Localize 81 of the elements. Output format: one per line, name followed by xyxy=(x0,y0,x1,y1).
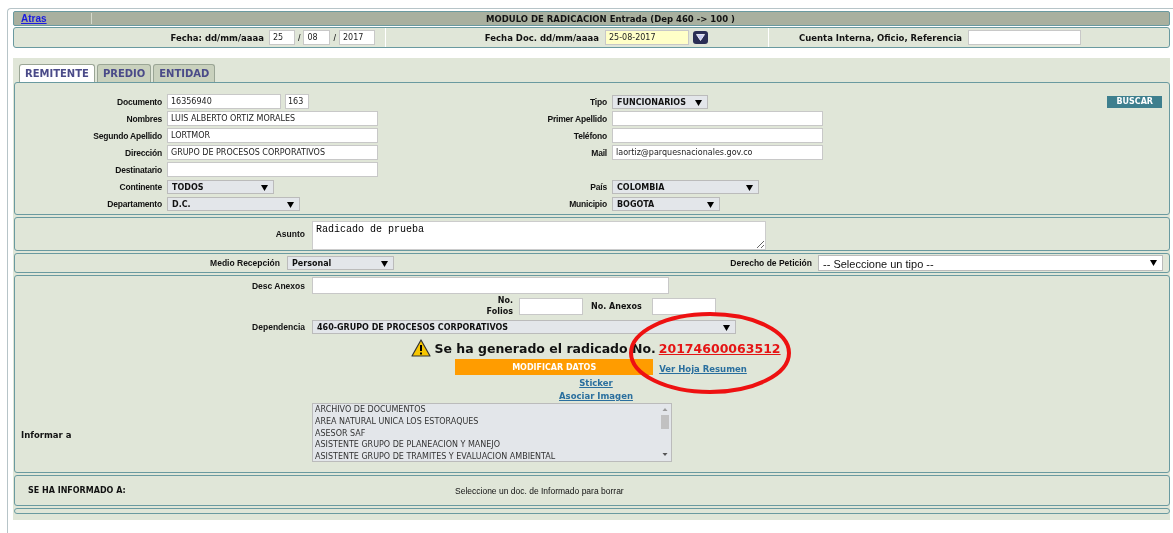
reference-field[interactable] xyxy=(968,30,1082,45)
reference-label: Cuenta Interna, Oficio, Referencia xyxy=(799,32,963,43)
document-suffix-field[interactable]: 163 xyxy=(285,94,309,109)
informed-hint: Seleccione un doc. de Informado para borrar xyxy=(455,485,624,496)
document-field[interactable]: 16356940 xyxy=(167,94,281,109)
list-option[interactable]: ASISTENTE GRUPO DE PLANEACION Y MANEJO xyxy=(315,439,657,452)
search-button[interactable]: BUSCAR xyxy=(1107,95,1162,108)
document-date-label: Fecha Doc. dd/mm/aaaa xyxy=(484,32,599,43)
day-field[interactable]: 25 xyxy=(268,30,295,45)
annex-description-field[interactable] xyxy=(312,277,669,294)
field-label: Primer Apellido xyxy=(546,113,607,124)
attach-image-link[interactable]: Asociar Imagen xyxy=(559,391,633,401)
text-field[interactable] xyxy=(167,162,378,177)
caret-icon xyxy=(695,99,702,106)
field-label: Municipio xyxy=(568,198,607,209)
sticker-link[interactable]: Sticker xyxy=(579,378,613,388)
list-option[interactable]: ARCHIVO DE DOCUMENTOS xyxy=(315,404,657,416)
folios-label: No. Folios xyxy=(485,295,513,317)
month-field[interactable]: 08 xyxy=(303,30,331,45)
caret-icon xyxy=(261,184,268,191)
text-field[interactable]: LUIS ALBERTO ORTIZ MORALES xyxy=(167,111,378,126)
year-field[interactable]: 2017 xyxy=(339,30,375,45)
reception-label: Medio Recepción xyxy=(209,258,280,268)
field-label: Tipo xyxy=(589,96,607,107)
dropdown[interactable]: COLOMBIA xyxy=(612,179,759,194)
field-label: Nombres xyxy=(125,113,162,124)
date-separator: / xyxy=(333,32,336,43)
list-option[interactable]: ASISTENTE GRUPO DE TRAMITES Y EVALUACION AMBIENTAL xyxy=(315,451,657,463)
informed-label: SE HA INFORMADO A: xyxy=(27,486,127,495)
field-label: Dirección xyxy=(124,147,162,158)
petition-dropdown[interactable]: -- Seleccione un tipo -- xyxy=(818,255,1163,271)
text-field[interactable]: LORTMOR xyxy=(167,128,378,143)
subject-field[interactable]: Radicado de prueba xyxy=(312,221,766,250)
tab[interactable]: REMITENTE xyxy=(19,64,95,82)
list-option[interactable]: ASESOR SAF xyxy=(315,427,657,440)
field-label: Destinatario xyxy=(114,164,162,175)
folios-field[interactable] xyxy=(519,297,583,315)
annex-description-label: Desc Anexos xyxy=(250,280,305,291)
tab[interactable]: PREDIO xyxy=(96,64,152,82)
petition-label: Derecho de Petición xyxy=(729,258,812,268)
page-title: MODULO DE RADICACION Entrada (Dep 460 -> 100 ) xyxy=(485,13,736,24)
dropdown[interactable]: D.C. xyxy=(167,196,300,211)
field-label: Continente xyxy=(118,181,162,192)
text-field[interactable] xyxy=(612,128,823,143)
caret-icon xyxy=(723,325,730,331)
document-date-field[interactable]: 25-08-2017 xyxy=(605,30,689,45)
text-field[interactable]: GRUPO DE PROCESOS CORPORATIVOS xyxy=(167,145,378,160)
field-label: Mail xyxy=(590,147,607,158)
caret-icon xyxy=(1150,260,1157,266)
field-label: Documento xyxy=(116,96,162,107)
calendar-button[interactable] xyxy=(693,31,708,44)
inform-label: Informar a xyxy=(20,429,73,440)
tab[interactable]: ENTIDAD xyxy=(153,64,216,82)
field-label: Teléfono xyxy=(572,130,607,141)
annexes-field[interactable] xyxy=(651,297,716,315)
subject-label: Asunto xyxy=(274,229,305,239)
date-separator: / xyxy=(297,32,301,43)
reception-dropdown[interactable]: Personal xyxy=(287,256,394,270)
text-field[interactable] xyxy=(612,111,823,126)
summary-link[interactable]: Ver Hoja Resumen xyxy=(659,363,747,374)
inform-listbox[interactable]: ARCHIVO DE DOCUMENTOS AREA NATURAL UNICA LOS ESTORAQUES ASESOR SAF ASISTENTE GRUPO DE PLANEACION Y MANEJO ASISTENTE GRUPO DE TRAMITES Y EVALUACION AMBIENTAL xyxy=(312,403,672,462)
dropdown[interactable]: FUNCIONARIOS xyxy=(612,94,708,109)
caret-icon xyxy=(287,201,294,208)
field-label: Segundo Apellido xyxy=(92,130,162,141)
caret-icon xyxy=(746,184,753,191)
dropdown[interactable]: TODOS xyxy=(167,179,274,194)
field-label: País xyxy=(589,181,607,192)
annexes-label: No. Anexos xyxy=(591,301,642,311)
list-option[interactable]: AREA NATURAL UNICA LOS ESTORAQUES xyxy=(315,415,657,428)
filing-number-link[interactable]: 20174600063512 xyxy=(658,340,781,356)
warning-icon xyxy=(411,339,432,357)
dependency-dropdown[interactable]: 460-GRUPO DE PROCESOS CORPORATIVOS xyxy=(312,320,736,334)
back-link[interactable]: Atras xyxy=(14,13,92,24)
caret-icon xyxy=(381,261,388,267)
caret-icon xyxy=(707,201,714,208)
dropdown[interactable]: BOGOTA xyxy=(612,196,720,211)
dependency-label: Dependencia xyxy=(251,322,305,332)
result-message: Se ha generado el radicado No. xyxy=(434,340,656,356)
date-label: Fecha: dd/mm/aaaa xyxy=(170,32,264,43)
field-label: Departamento xyxy=(106,198,162,209)
text-field[interactable]: laortiz@parquesnacionales.gov.co xyxy=(612,145,823,160)
